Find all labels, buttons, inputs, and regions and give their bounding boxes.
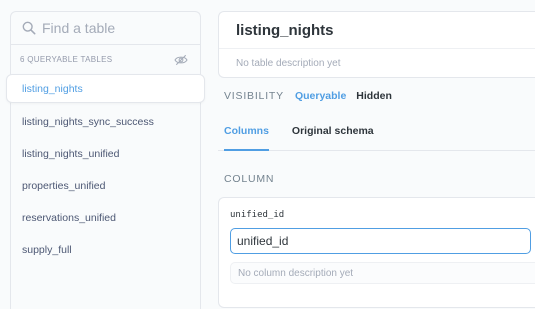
table-description[interactable]: No table description yet [219,49,535,77]
visibility-label: VISIBILITY [224,90,284,102]
column-field-name: unified_id [230,210,285,220]
tab-original-schema[interactable]: Original schema [292,120,374,151]
visibility-option-hidden[interactable]: Hidden [356,90,392,102]
search-placeholder: Find a table [42,20,116,36]
tables-header: 6 QUERYABLE TABLES [11,45,200,74]
table-item-properties-unified[interactable]: properties_unified [11,170,200,202]
table-list-slot: listing_nights [6,74,205,106]
column-card: unified_id No column description yet [218,197,535,308]
column-description-field[interactable]: No column description yet [230,262,535,284]
column-header: COLUMN [224,173,275,185]
column-display-name-input[interactable] [230,228,531,254]
table-item-listing-nights[interactable]: listing_nights [6,74,205,103]
table-name[interactable]: listing_nights [219,12,535,49]
visibility-option-queryable[interactable]: Queryable [295,90,346,102]
table-sidebar: Find a table 6 QUERYABLE TABLES listing_… [6,11,205,309]
table-item-reservations-unified[interactable]: reservations_unified [11,202,200,234]
table-header-card: listing_nights No table description yet [218,11,535,78]
table-search[interactable]: Find a table [11,12,200,45]
search-icon [22,21,36,35]
table-item-supply-full[interactable]: supply_full [11,234,200,266]
table-detail: listing_nights No table description yet … [218,11,535,309]
eye-hidden-icon[interactable] [174,54,188,66]
table-list: listing_nights listing_nights_sync_succe… [6,74,205,266]
detail-tabs: Columns Original schema [218,120,535,151]
visibility-selector: VISIBILITY Queryable Hidden [224,88,402,104]
tab-columns[interactable]: Columns [224,120,269,151]
queryable-tables-count: 6 QUERYABLE TABLES [20,55,113,64]
table-item-listing-nights-sync-success[interactable]: listing_nights_sync_success [11,106,200,138]
table-item-listing-nights-unified[interactable]: listing_nights_unified [11,138,200,170]
